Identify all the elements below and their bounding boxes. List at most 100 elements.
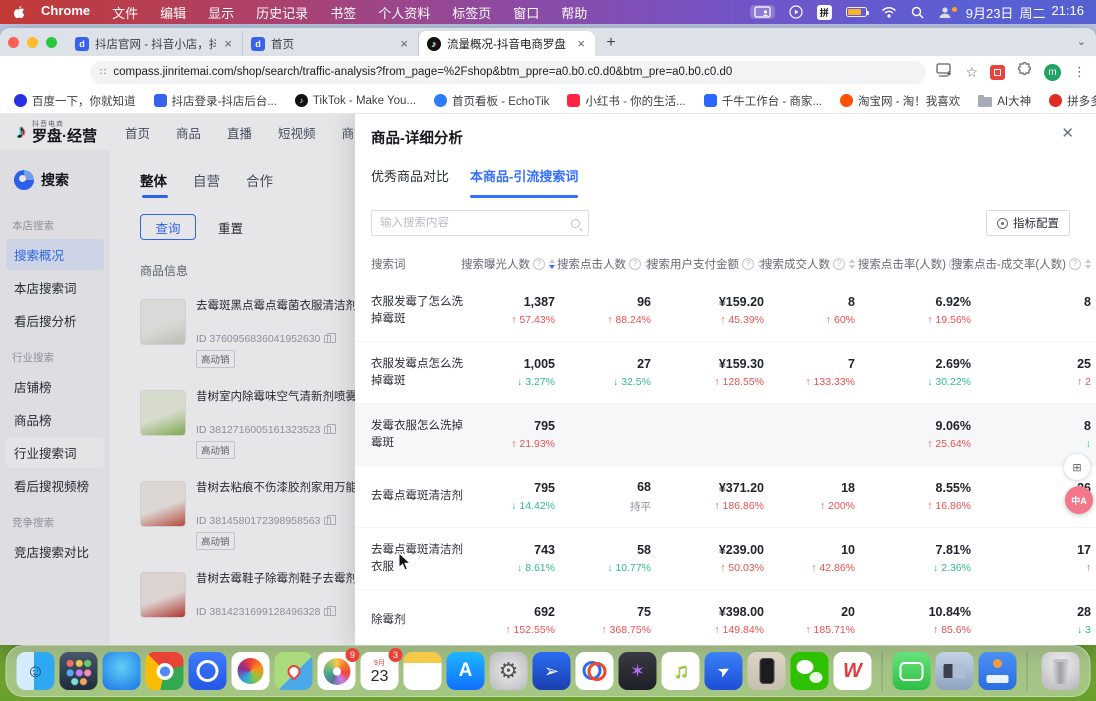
bookmark-item[interactable]: AI大神: [978, 93, 1031, 109]
dock-chrome-icon[interactable]: [146, 652, 184, 690]
screenshot-extension-icon[interactable]: [1064, 454, 1090, 480]
site-settings-icon[interactable]: ∷: [100, 67, 105, 78]
menu-clock[interactable]: 9月23日 周二 21:16: [966, 3, 1084, 22]
table-row[interactable]: 发霉衣服怎么洗掉霉斑795↑ 21.93%9.06%↑ 25.64%8↓: [355, 404, 1096, 466]
macos-desktop: { "theme": { "accent": "#3370ff", "up_co…: [0, 0, 1096, 701]
menu-item[interactable]: 书签: [330, 3, 356, 22]
dock-trash-icon[interactable]: [1042, 652, 1080, 690]
dock-quark-browser-icon[interactable]: [189, 652, 227, 690]
bookmark-item[interactable]: 拼多多 商家后台: [1049, 93, 1096, 109]
table-row[interactable]: 衣服发霉点怎么洗掉霉斑1,005↓ 3.27%27↓ 32.5%¥159.30↑…: [355, 342, 1096, 404]
dock-blue-wing-app-icon[interactable]: [705, 652, 743, 690]
dock-app-store-icon[interactable]: [447, 652, 485, 690]
bookmark-item[interactable]: 千牛工作台 - 商家...: [704, 93, 822, 109]
chrome-menu-icon[interactable]: ⋮: [1073, 64, 1086, 80]
user-switch-icon[interactable]: [938, 6, 952, 19]
table-row[interactable]: 去霉点霉斑清洁剂795↓ 14.42%68持平¥371.20↑ 186.86%1…: [355, 466, 1096, 528]
dock-pinwheel-browser-icon[interactable]: [232, 652, 270, 690]
help-icon[interactable]: ?: [1069, 258, 1081, 270]
help-icon[interactable]: ?: [742, 258, 754, 270]
minimize-window-button[interactable]: [27, 37, 38, 48]
dock-messages-icon[interactable]: [893, 652, 931, 690]
dock-wps-office-icon[interactable]: [834, 652, 872, 690]
send-to-device-icon[interactable]: [936, 63, 953, 82]
now-playing-icon[interactable]: [789, 5, 803, 19]
dock-blue-mascot-app-icon[interactable]: [979, 652, 1017, 690]
dock-calendar-icon[interactable]: 9月233: [361, 652, 399, 690]
column-header[interactable]: 搜索点击人数?: [555, 256, 651, 272]
dock-notes-icon[interactable]: [404, 652, 442, 690]
dock-imovie-icon[interactable]: [619, 652, 657, 690]
bookmark-item[interactable]: 百度一下，你就知道: [14, 93, 136, 109]
dock-window-preview-icon[interactable]: [936, 652, 974, 690]
dock-safari-icon[interactable]: [103, 652, 141, 690]
help-icon[interactable]: ?: [629, 258, 641, 270]
dock-wechat-icon[interactable]: [791, 652, 829, 690]
tab-excellent-compare[interactable]: 优秀商品对比: [371, 166, 449, 198]
translate-extension-icon[interactable]: 中A: [1065, 486, 1093, 514]
extensions-puzzle-icon[interactable]: [1017, 62, 1032, 82]
spotlight-search-icon[interactable]: [911, 6, 924, 19]
menu-item[interactable]: 编辑: [160, 3, 186, 22]
tab-close-icon[interactable]: ×: [222, 36, 234, 51]
bookmark-item[interactable]: 首页看板 - EchoTik: [434, 93, 549, 109]
column-header[interactable]: 搜索曝光人数?: [463, 256, 555, 272]
table-row[interactable]: 衣服发霉了怎么洗掉霉斑1,387↑ 57.43%96↑ 88.24%¥159.2…: [355, 280, 1096, 342]
battery-icon[interactable]: [846, 7, 867, 17]
dock-photos-icon[interactable]: 9: [318, 652, 356, 690]
close-icon[interactable]: ✕: [1061, 124, 1074, 142]
sort-icon[interactable]: [1085, 259, 1091, 269]
menu-item[interactable]: 标签页: [452, 3, 491, 22]
dock-qq-music-icon[interactable]: [662, 652, 700, 690]
menu-item[interactable]: 文件: [112, 3, 138, 22]
table-row[interactable]: 除霉剂692↑ 152.55%75↑ 368.75%¥398.00↑ 149.8…: [355, 590, 1096, 645]
column-label: 搜索用户支付金额: [647, 256, 739, 272]
dock-mail-swoosh-app-icon[interactable]: [533, 652, 571, 690]
bookmark-item[interactable]: 抖店登录-抖店后台...: [154, 93, 277, 109]
bookmark-item[interactable]: TikTok - Make You...: [295, 94, 416, 107]
echotik-favicon-icon: [434, 94, 447, 107]
column-header[interactable]: 搜索成交人数?: [764, 256, 855, 272]
menu-item[interactable]: 历史记录: [256, 3, 308, 22]
menu-item[interactable]: 窗口: [513, 3, 539, 22]
tab-traffic-keywords[interactable]: 本商品-引流搜索词: [470, 166, 578, 198]
dock-rings-app-icon[interactable]: [576, 652, 614, 690]
apple-menu-icon[interactable]: [12, 5, 25, 20]
tab-search-icon[interactable]: ⌄: [1077, 35, 1086, 48]
profile-avatar[interactable]: m: [1044, 64, 1061, 81]
dock-iphone-mirroring-icon[interactable]: [748, 652, 786, 690]
browser-tab[interactable]: d首页×: [243, 31, 419, 56]
dock-system-settings-icon[interactable]: [490, 652, 528, 690]
browser-tab[interactable]: d抖店官网 - 抖音小店，抖音电...×: [67, 31, 243, 56]
help-icon[interactable]: ?: [533, 258, 545, 270]
dock-maps-icon[interactable]: [275, 652, 313, 690]
help-icon[interactable]: ?: [833, 258, 845, 270]
menu-item[interactable]: 帮助: [561, 3, 587, 22]
screen-mirroring-icon[interactable]: [750, 5, 775, 19]
bookmark-star-icon[interactable]: ☆: [965, 64, 978, 81]
wifi-icon[interactable]: [881, 6, 897, 18]
column-header[interactable]: 搜索用户支付金额?: [651, 256, 764, 272]
menu-item[interactable]: 显示: [208, 3, 234, 22]
metric-value: 18: [764, 481, 855, 495]
column-header[interactable]: 搜索点击-成交率(人数)?: [971, 256, 1091, 272]
search-icon[interactable]: [571, 219, 580, 228]
browser-tab[interactable]: 流量概况-抖音电商罗盘×: [419, 31, 595, 56]
input-method-icon[interactable]: 拼: [817, 5, 832, 20]
metric-config-button[interactable]: 指标配置: [986, 210, 1070, 236]
menu-item[interactable]: Chrome: [41, 3, 90, 22]
bookmark-item[interactable]: 小红书 - 你的生活...: [567, 93, 685, 109]
table-row[interactable]: 去霉点霉斑清洁剂衣服743↓ 8.61%58↓ 10.77%¥239.00↑ 5…: [355, 528, 1096, 590]
new-tab-button[interactable]: +: [599, 31, 623, 55]
tab-close-icon[interactable]: ×: [398, 36, 410, 51]
extension-pinned-icon[interactable]: [990, 65, 1005, 80]
keyword-search-input[interactable]: [380, 217, 571, 229]
menu-item[interactable]: 个人资料: [378, 3, 430, 22]
dock-finder-icon[interactable]: [17, 652, 55, 690]
address-bar[interactable]: ∷ compass.jinritemai.com/shop/search/tra…: [90, 61, 926, 84]
close-window-button[interactable]: [8, 37, 19, 48]
dock-launchpad-icon[interactable]: [60, 652, 98, 690]
zoom-window-button[interactable]: [46, 37, 57, 48]
bookmark-item[interactable]: 淘宝网 - 淘！我喜欢: [840, 93, 960, 109]
tab-close-icon[interactable]: ×: [575, 36, 587, 51]
